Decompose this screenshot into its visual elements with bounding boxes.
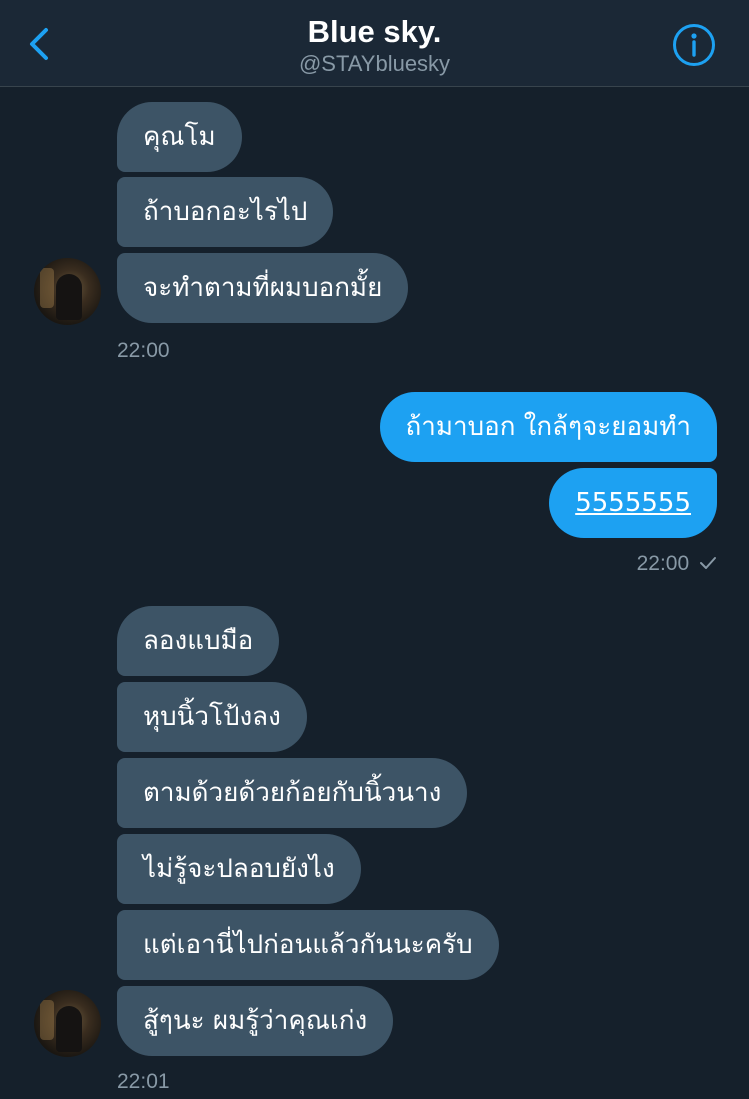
incoming-message[interactable]: แต่เอานี่ไปก่อนแล้วกันนะครับ: [117, 910, 499, 980]
conversation-handle: @STAYbluesky: [298, 51, 451, 76]
avatar[interactable]: [34, 990, 101, 1057]
incoming-message[interactable]: หุบนิ้วโป้งลง: [117, 682, 307, 752]
incoming-message[interactable]: คุณโม: [117, 102, 242, 172]
incoming-message[interactable]: ลองแบมือ: [117, 606, 280, 676]
check-icon: [700, 557, 716, 569]
message-timestamp-row: 22:00: [637, 551, 717, 577]
message-link[interactable]: 5555555: [575, 488, 691, 518]
message-timestamp: 22:01: [117, 1070, 170, 1093]
info-button[interactable]: [671, 22, 717, 68]
message-timestamp: 22:00: [117, 339, 170, 362]
incoming-message[interactable]: ตามด้วยด้วยก้อยกับนิ้วนาง: [117, 758, 468, 828]
incoming-message[interactable]: ถ้าบอกอะไรไป: [117, 177, 334, 247]
outgoing-message[interactable]: 5555555: [549, 468, 717, 538]
conversation-title[interactable]: Blue sky.: [0, 14, 749, 50]
avatar[interactable]: [34, 258, 101, 325]
info-icon: [673, 24, 715, 66]
outgoing-message[interactable]: ถ้ามาบอก ใกล้ๆจะยอมทำ: [379, 392, 717, 462]
incoming-message[interactable]: ไม่รู้จะปลอบยังไง: [117, 834, 361, 904]
incoming-message[interactable]: จะทำตามที่ผมบอกมั้ย: [117, 253, 409, 323]
message-timestamp: 22:00: [636, 552, 690, 575]
conversation-header: Blue sky. @STAYbluesky: [0, 0, 749, 87]
incoming-message[interactable]: สู้ๆนะ ผมรู้ว่าคุณเก่ง: [117, 986, 394, 1056]
